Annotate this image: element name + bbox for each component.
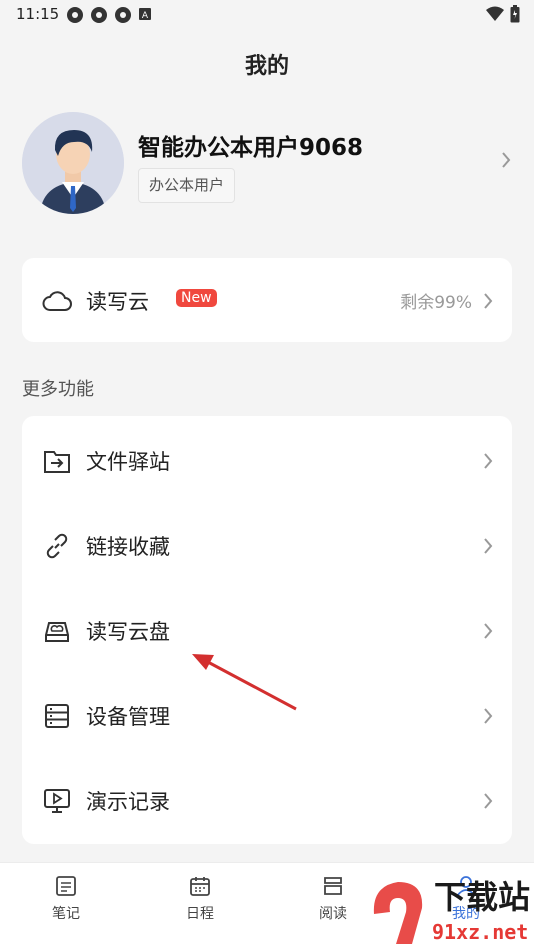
tab-reading[interactable]: 阅读 [293, 875, 373, 923]
note-icon [56, 876, 76, 896]
calendar-icon [190, 877, 210, 896]
tab-label: 笔记 [52, 906, 80, 922]
tab-label: 日程 [186, 906, 214, 922]
tab-notes[interactable]: 笔记 [26, 875, 106, 923]
watermark-logo: 下载站 91xz.net [368, 868, 534, 950]
annotation-arrow [192, 654, 297, 711]
read-icon [324, 877, 342, 895]
watermark-text: 下载站 [434, 878, 531, 916]
watermark-emblem [373, 882, 423, 944]
tab-schedule[interactable]: 日程 [160, 875, 240, 923]
watermark-url: 91xz.net [432, 920, 529, 944]
tab-label: 阅读 [319, 906, 347, 922]
